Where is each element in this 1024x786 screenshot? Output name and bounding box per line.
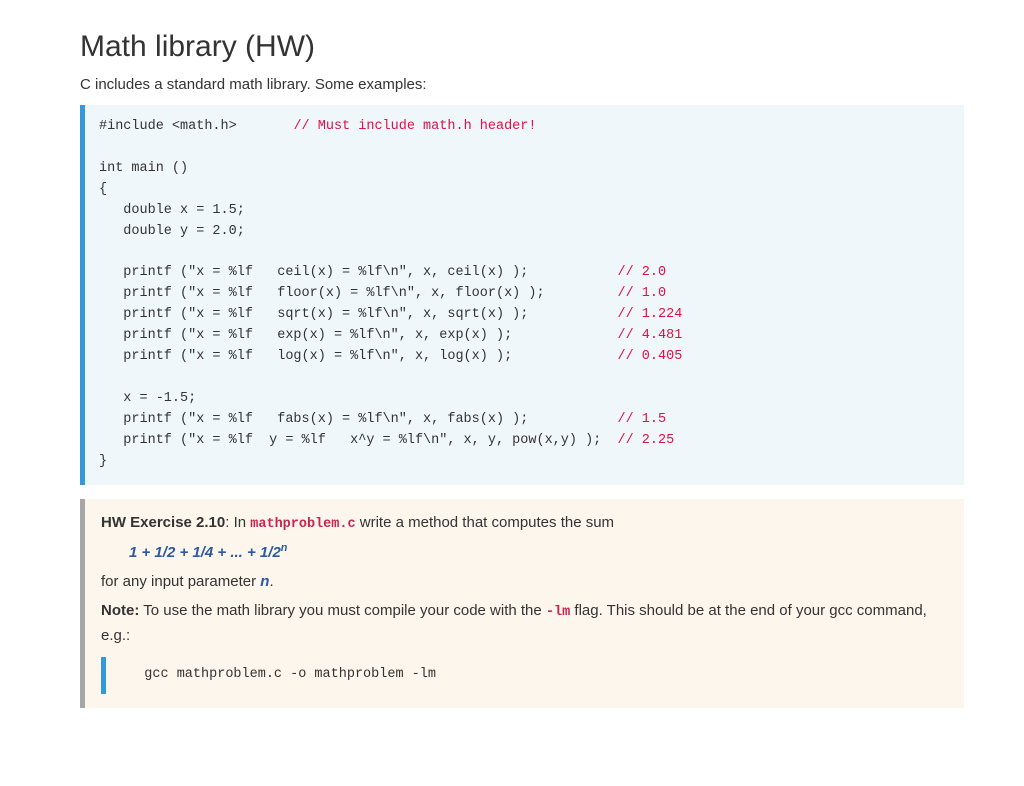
code-line: printf ("x = %lf sqrt(x) = %lf\n", x, sq…: [99, 305, 950, 326]
code-comment: // 1.224: [617, 307, 682, 322]
code-line: printf ("x = %lf floor(x) = %lf\n", x, f…: [99, 284, 950, 305]
code-line: [99, 243, 950, 264]
code-comment: // 1.0: [617, 286, 666, 301]
code-comment: // 0.405: [617, 349, 682, 364]
code-comment: // 1.5: [617, 412, 666, 427]
intro-text: C includes a standard math library. Some…: [80, 76, 964, 93]
hw-flag: -lm: [546, 605, 570, 620]
code-comment: // 2.0: [617, 265, 666, 280]
hw-label: HW Exercise 2.10: [101, 514, 225, 531]
hw-note-label: Note:: [101, 602, 139, 619]
code-line: [99, 138, 950, 159]
hw-note: Note: To use the math library you must c…: [101, 599, 948, 647]
hw-filename: mathproblem.c: [250, 517, 355, 532]
code-comment: // 4.481: [617, 328, 682, 343]
code-comment: // 2.25: [617, 433, 674, 448]
page-title: Math library (HW): [80, 30, 964, 64]
code-line: printf ("x = %lf log(x) = %lf\n", x, log…: [99, 347, 950, 368]
code-line: double x = 1.5;: [99, 201, 950, 222]
hw-exercise-box: HW Exercise 2.10: In mathproblem.c write…: [80, 499, 964, 709]
code-line: #include <math.h> // Must include math.h…: [99, 117, 950, 138]
code-line: printf ("x = %lf exp(x) = %lf\n", x, exp…: [99, 326, 950, 347]
code-line: printf ("x = %lf ceil(x) = %lf\n", x, ce…: [99, 263, 950, 284]
code-line: {: [99, 180, 950, 201]
hw-line-2: for any input parameter n.: [101, 570, 948, 593]
hw-formula: 1 + 1/2 + 1/4 + ... + 1/2n: [101, 540, 948, 564]
code-line: printf ("x = %lf y = %lf x^y = %lf\n", x…: [99, 431, 950, 452]
code-line: [99, 368, 950, 389]
code-comment: // Must include math.h header!: [293, 119, 536, 134]
code-line: x = -1.5;: [99, 389, 950, 410]
code-example: #include <math.h> // Must include math.h…: [80, 105, 964, 485]
code-line: double y = 2.0;: [99, 222, 950, 243]
hw-line-1: HW Exercise 2.10: In mathproblem.c write…: [101, 511, 948, 536]
code-line: }: [99, 452, 950, 473]
code-line: int main (): [99, 159, 950, 180]
code-line: printf ("x = %lf fabs(x) = %lf\n", x, fa…: [99, 410, 950, 431]
hw-compile-command: gcc mathproblem.c -o mathproblem -lm: [101, 657, 948, 694]
